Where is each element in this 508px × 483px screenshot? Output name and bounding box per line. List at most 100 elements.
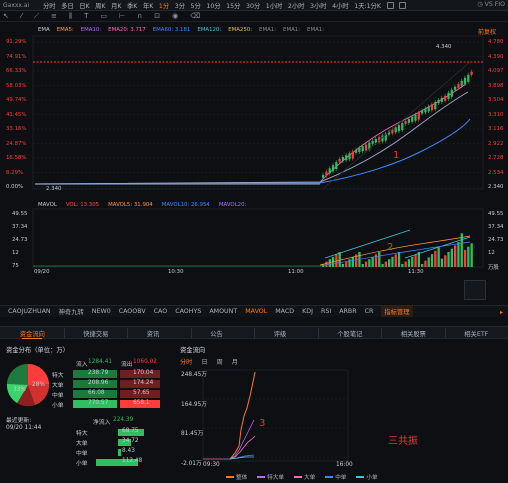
tab-divider xyxy=(381,328,382,338)
settings-icon[interactable] xyxy=(398,1,406,9)
price-tick: 2.922 xyxy=(488,140,504,147)
indicator-tab[interactable]: CAOHYS xyxy=(175,308,201,315)
channel-icon[interactable]: ≡ xyxy=(51,12,57,20)
panel-tab[interactable]: 个股笔记 xyxy=(337,329,362,338)
flow-y-tick: 81.45万 xyxy=(181,431,204,437)
volume-bar xyxy=(401,264,404,267)
flow-tab[interactable]: 日 xyxy=(201,357,207,366)
dist-row-in: 66.08 xyxy=(88,390,105,396)
indicator-tab[interactable]: CAOOBV xyxy=(119,308,146,315)
period-tab[interactable]: 10分 xyxy=(206,1,220,10)
volume-legend-item: VOL: 13.305 xyxy=(65,202,100,208)
volume-legend-item: MAVOL xyxy=(38,202,57,208)
indicator-tab[interactable]: CAOJUZHUAN xyxy=(8,308,51,315)
indicator-tab[interactable]: CAO xyxy=(154,308,168,315)
indicator-tab[interactable]: MACD xyxy=(275,308,294,315)
ema-legend-item: EMA120: xyxy=(197,27,222,33)
indicator-tab[interactable]: KDJ xyxy=(302,308,313,315)
candle xyxy=(460,80,463,86)
candle xyxy=(470,71,473,75)
panel-tab[interactable]: 相关股票 xyxy=(401,329,426,338)
panel-tab[interactable]: 资金流向 xyxy=(20,329,45,338)
volume-bar xyxy=(368,259,371,267)
volume-bar xyxy=(460,233,463,267)
kline-chart[interactable] xyxy=(0,22,508,280)
candle xyxy=(440,97,443,102)
period-tab[interactable]: 2小时 xyxy=(288,1,305,10)
compare-label[interactable]: ◷ VS FIO xyxy=(477,1,505,8)
ruler-icon[interactable]: ⊢ xyxy=(119,12,125,20)
panel-tab[interactable]: 评级 xyxy=(274,329,287,338)
panel-tab[interactable]: 相关ETF xyxy=(464,329,488,338)
magnet-icon[interactable]: ∩ xyxy=(137,12,142,20)
panel-tab[interactable]: 快捷交易 xyxy=(83,329,108,338)
period-tab[interactable]: 3小时 xyxy=(310,1,327,10)
minimap-handle[interactable] xyxy=(464,280,486,300)
ema-legend-item: EMA1: xyxy=(283,27,301,33)
indicator-tab[interactable]: RSI xyxy=(321,308,331,315)
fund-flow-legend: 整体 特大单 大单 中单 小单 xyxy=(226,473,388,481)
period-tab[interactable]: 1天:1分K xyxy=(354,1,381,10)
period-tab[interactable]: 年K xyxy=(143,1,153,10)
period-tab[interactable]: 4小时 xyxy=(332,1,349,10)
period-tabs: 分时 多日 日K 周K 月K 季K 年K 1分 3分 5分 10分 15分 30分 1小时 2小时 3小时 4小… xyxy=(43,1,387,10)
line-icon[interactable]: ⁄ xyxy=(21,12,22,20)
indicator-tab[interactable]: MAVOL xyxy=(245,308,267,315)
volume-bar xyxy=(338,252,341,267)
candle xyxy=(414,114,417,121)
period-tab[interactable]: 分时 xyxy=(43,1,56,10)
period-tab[interactable]: 1小时 xyxy=(266,1,283,10)
flow-tab[interactable]: 周 xyxy=(217,357,223,366)
in-label: 流入 xyxy=(76,362,88,368)
candle xyxy=(424,108,427,113)
flow-legend-item: 特大单 xyxy=(267,475,284,481)
period-tab[interactable]: 5分 xyxy=(191,1,201,10)
period-tab[interactable]: 周K xyxy=(95,1,105,10)
trend-icon[interactable]: ⟋ xyxy=(34,12,39,21)
indicator-tab[interactable]: 指标管理 xyxy=(381,306,413,317)
flow-tab[interactable]: 月 xyxy=(232,357,238,366)
period-tab[interactable]: 1分 xyxy=(159,1,169,10)
indicator-tab[interactable]: 神奇九转 xyxy=(59,307,84,316)
period-tab[interactable]: 日K xyxy=(79,1,89,10)
volume-bar xyxy=(470,243,473,267)
flow-tab[interactable]: 分时 xyxy=(180,357,192,366)
shape-icon[interactable]: ▭ xyxy=(100,12,107,20)
candle xyxy=(335,162,338,169)
layout-icon[interactable] xyxy=(386,1,394,9)
stock-name: Gaxxx.ai xyxy=(3,1,30,9)
ema-legend-item: EMA20: 3.717 xyxy=(108,27,146,33)
chart-area[interactable]: EMA EMA5: EMA10: EMA20: 3.717 EMA60: 3.181 EM… xyxy=(0,22,508,300)
lock-icon[interactable]: ⊡ xyxy=(154,12,160,20)
cursor-icon[interactable]: ↖ xyxy=(3,12,9,20)
adjust-label[interactable]: 前复权 xyxy=(478,27,496,36)
indicator-more-icon[interactable]: ▸ xyxy=(500,309,503,316)
period-tab[interactable]: 月K xyxy=(111,1,121,10)
pie-label-in: 33% xyxy=(13,387,26,393)
period-tab[interactable]: 3分 xyxy=(175,1,185,10)
annotation-2: 2 xyxy=(387,242,394,253)
candle xyxy=(341,157,344,161)
indicator-tab[interactable]: ARBR xyxy=(339,308,356,315)
period-tab[interactable]: 多日 xyxy=(61,1,74,10)
candle xyxy=(328,168,331,174)
indicator-tab[interactable]: NEW0 xyxy=(92,308,111,315)
candle xyxy=(434,102,437,110)
eye-icon[interactable]: ◉ xyxy=(172,12,178,20)
panel-tab[interactable]: 公告 xyxy=(210,329,223,338)
fib-icon[interactable]: ⫼ xyxy=(69,12,72,21)
period-tab[interactable]: 季K xyxy=(127,1,137,10)
indicator-tab[interactable]: CR xyxy=(365,308,374,315)
indicator-tab[interactable]: AMOUNT xyxy=(209,308,237,315)
candle xyxy=(351,151,354,159)
period-tab[interactable]: 30分 xyxy=(246,1,260,10)
panel-tab[interactable]: 资讯 xyxy=(147,329,160,338)
trash-icon[interactable]: ⌫ xyxy=(190,12,200,20)
net-row-name: 大单 xyxy=(76,441,88,447)
volume-bar xyxy=(341,264,345,267)
text-icon[interactable]: T xyxy=(84,12,88,20)
in-total: 1284.41 xyxy=(88,359,112,365)
fund-dist-title: 资金分布（单位：万） xyxy=(6,347,69,354)
period-tab[interactable]: 15分 xyxy=(226,1,240,10)
flow-legend-item: 大单 xyxy=(304,475,316,481)
